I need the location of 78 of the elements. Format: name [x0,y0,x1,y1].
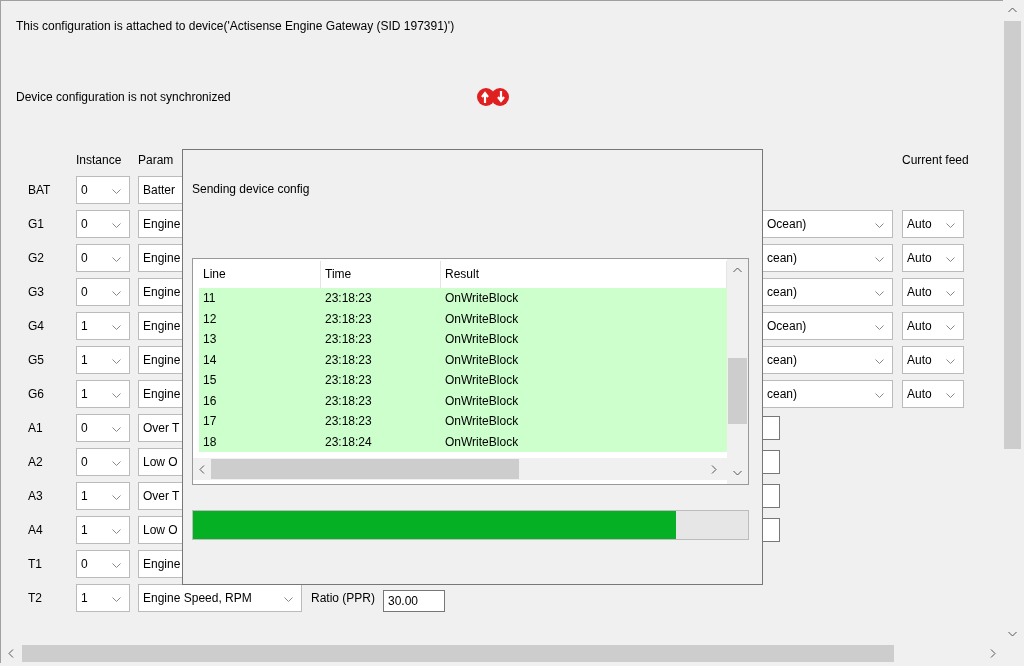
log-row[interactable]: 17 23:18:23 OnWriteBlock [199,411,727,432]
table-cell-text: 23:18:23 [324,414,373,429]
row-label: BAT [27,183,52,197]
sync-status-text: Device configuration is not synchronized [16,90,232,104]
table-cell-text: 23:18:23 [324,393,373,408]
source-dropdown[interactable]: cean) [760,278,893,306]
table-cell-text: OnWriteBlock [444,352,520,367]
row-label: T2 [27,591,43,605]
table-cell-text: 23:18:23 [324,291,373,306]
instance-dropdown[interactable]: 0 [76,550,130,578]
log-row[interactable]: 14 23:18:23 OnWriteBlock [199,349,727,370]
row-label: G2 [27,251,45,265]
current-feed-dropdown[interactable]: Auto [902,244,964,272]
table-cell-text: 23:18:23 [324,352,373,367]
log-row[interactable]: 11 23:18:23 OnWriteBlock [199,288,727,309]
ratio-label: Ratio (PPR) [311,591,375,605]
instance-dropdown[interactable]: 1 [76,346,130,374]
table-cell-text: 17 [202,414,218,429]
row-label: A3 [27,489,44,503]
instance-dropdown[interactable]: 0 [76,244,130,272]
log-row[interactable]: 18 23:18:24 OnWriteBlock [199,431,727,452]
column-header: Instance [76,153,123,169]
instance-dropdown[interactable]: 1 [76,516,130,544]
device-attached-text: This configuration is attached to device('Actisense Engine Gateway (SID 197391)') [16,18,456,34]
current-feed-dropdown[interactable]: Auto [902,380,964,408]
current-feed-dropdown[interactable]: Auto [902,278,964,306]
table-cell-text: 23:18:23 [324,332,373,347]
row-label: G3 [27,285,45,299]
column-header: Param [138,153,175,169]
table-cell-text: 12 [202,311,218,326]
table-cell-text: OnWriteBlock [444,311,520,326]
instance-dropdown[interactable]: 0 [76,278,130,306]
row-label: G1 [27,217,45,231]
instance-dropdown[interactable]: 1 [76,482,130,510]
instance-dropdown[interactable]: 0 [76,210,130,238]
log-row[interactable]: 16 23:18:23 OnWriteBlock [199,390,727,411]
instance-dropdown[interactable]: 1 [76,312,130,340]
row-label: G6 [27,387,45,401]
instance-dropdown[interactable]: 0 [76,414,130,442]
instance-dropdown[interactable]: 1 [76,584,130,612]
table-cell-text: OnWriteBlock [444,291,520,306]
source-dropdown[interactable]: Ocean) [760,312,893,340]
table-cell-text: 11 [202,291,217,306]
instance-dropdown[interactable]: 0 [76,448,130,476]
table-cell-text: OnWriteBlock [444,332,520,347]
table-cell-text: 16 [202,393,218,408]
log-row[interactable]: 12 23:18:23 OnWriteBlock [199,308,727,329]
table-cell-text: 23:18:23 [324,311,373,326]
row-label: G5 [27,353,45,367]
table-cell-text: OnWriteBlock [444,414,520,429]
row-label: G4 [27,319,45,333]
current-feed-dropdown[interactable]: Auto [902,346,964,374]
table-cell-text: 15 [202,373,218,388]
table-cell-text: 23:18:23 [324,373,373,388]
source-dropdown[interactable]: cean) [760,380,893,408]
current-feed-dropdown[interactable]: Auto [902,210,964,238]
current-feed-dropdown[interactable]: Auto [902,312,964,340]
row-label: A4 [27,523,44,537]
instance-dropdown[interactable]: 0 [76,176,130,204]
log-row[interactable]: 13 23:18:23 OnWriteBlock [199,329,727,350]
source-dropdown[interactable]: cean) [760,244,893,272]
table-cell-text: OnWriteBlock [444,434,520,449]
ratio-input[interactable]: 30.00 [383,590,445,612]
table-cell-text: 13 [202,332,218,347]
table-cell-text: 14 [202,352,218,367]
parameter-dropdown[interactable]: Engine Speed, RPM [138,584,302,612]
table-cell-text: 23:18:24 [324,434,373,449]
log-row[interactable]: 15 23:18:23 OnWriteBlock [199,370,727,391]
row-label: A1 [27,421,44,435]
source-dropdown[interactable]: cean) [760,346,893,374]
row-label: A2 [27,455,44,469]
row-label: T1 [27,557,43,571]
table-cell-text: OnWriteBlock [444,373,520,388]
table-cell-text: 18 [202,434,218,449]
table-cell-text: OnWriteBlock [444,393,520,408]
source-dropdown[interactable]: Ocean) [760,210,893,238]
column-header: Current feed [902,153,969,169]
instance-dropdown[interactable]: 1 [76,380,130,408]
